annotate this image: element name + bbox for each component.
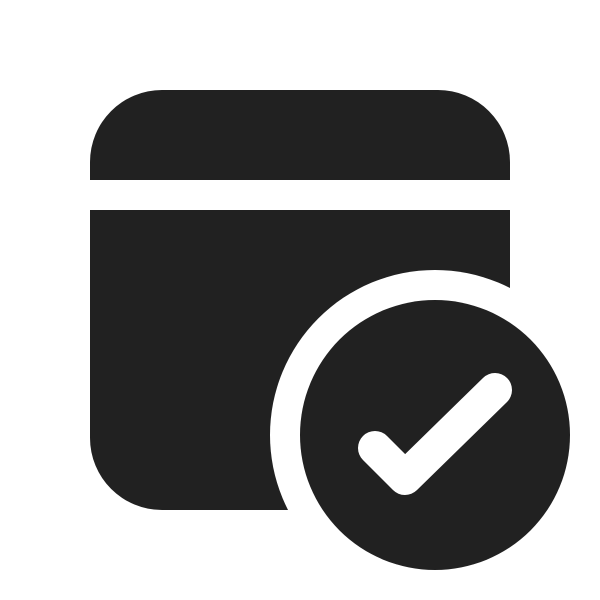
calendar-checkmark-icon [0, 0, 600, 600]
calendar-checkmark-svg [90, 90, 570, 570]
calendar-header [90, 90, 510, 180]
